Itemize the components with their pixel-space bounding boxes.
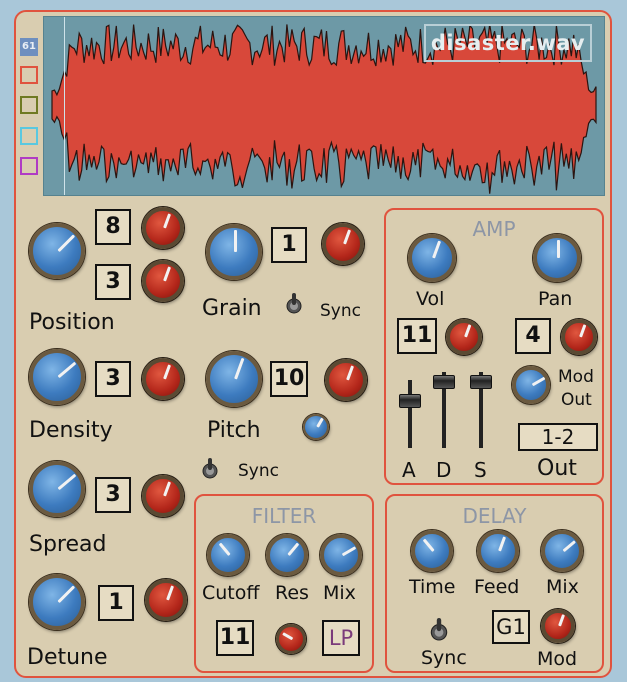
amp-pan-knob[interactable] — [533, 234, 581, 282]
position-knob[interactable] — [29, 223, 85, 279]
detune-knob[interactable] — [29, 574, 85, 630]
amp-pan-label: Pan — [538, 288, 573, 310]
position-mod-knob-1[interactable] — [142, 207, 184, 249]
delay-feed-label: Feed — [474, 576, 520, 598]
delay-mod-knob[interactable] — [541, 609, 575, 643]
decay-label: D — [436, 458, 452, 482]
density-mod-box[interactable]: 3 — [95, 361, 131, 397]
output-select[interactable]: 1-2 — [518, 423, 598, 451]
position-mod-knob-2[interactable] — [142, 260, 184, 302]
delay-time-label: Time — [409, 576, 456, 598]
detune-mod-knob[interactable] — [145, 579, 187, 621]
amp-pan-mod-box[interactable]: 4 — [515, 318, 551, 354]
filter-mix-knob[interactable] — [320, 534, 362, 576]
detune-mod-box[interactable]: 1 — [98, 585, 134, 621]
filter-res-knob[interactable] — [266, 534, 308, 576]
slot-button-5[interactable] — [20, 157, 38, 175]
grain-mod-knob[interactable] — [322, 223, 364, 265]
filter-mix-label: Mix — [323, 582, 356, 604]
amp-mod-out-label-2: Out — [561, 390, 592, 410]
slot-button-1[interactable]: 61 — [20, 38, 38, 56]
grain-mod-box[interactable]: 1 — [271, 227, 307, 263]
attack-label: A — [402, 458, 416, 482]
position-label: Position — [29, 310, 115, 335]
amp-pan-mod-knob[interactable] — [561, 319, 597, 355]
density-knob[interactable] — [29, 349, 85, 405]
sustain-label: S — [474, 458, 487, 482]
delay-mix-knob[interactable] — [541, 530, 583, 572]
sample-filename[interactable]: disaster.wav — [424, 24, 592, 62]
pitch-sync-toggle[interactable] — [200, 457, 220, 479]
filter-title: FILTER — [251, 504, 317, 528]
slot-button-3[interactable] — [20, 96, 38, 114]
grain-sync-label: Sync — [320, 301, 361, 321]
amp-mod-out-knob[interactable] — [512, 366, 550, 404]
slot-button-4[interactable] — [20, 127, 38, 145]
playhead-marker[interactable] — [64, 17, 65, 195]
filter-cutoff-knob[interactable] — [207, 534, 249, 576]
delay-mod-label: Mod — [537, 648, 578, 670]
delay-time-knob[interactable] — [411, 530, 453, 572]
filter-cutoff-label: Cutoff — [202, 582, 260, 604]
spread-mod-knob[interactable] — [142, 475, 184, 517]
pitch-fine-knob[interactable] — [303, 414, 329, 440]
position-mod-depth-box[interactable]: 8 — [95, 209, 131, 245]
spread-label: Spread — [29, 532, 107, 557]
spread-mod-box[interactable]: 3 — [95, 477, 131, 513]
grain-sync-toggle[interactable] — [284, 292, 304, 314]
delay-feed-knob[interactable] — [477, 530, 519, 572]
position-mod-source-box[interactable]: 3 — [95, 264, 131, 300]
grain-label: Grain — [202, 296, 262, 321]
density-label: Density — [29, 418, 113, 443]
amp-vol-mod-box[interactable]: 11 — [397, 318, 437, 354]
attack-fader-track — [408, 380, 412, 448]
pitch-label: Pitch — [207, 418, 261, 443]
filter-mod-box[interactable]: 11 — [216, 620, 254, 656]
delay-sync-label: Sync — [421, 647, 467, 669]
output-label: Out — [537, 456, 577, 481]
grain-knob[interactable] — [206, 224, 262, 280]
delay-mix-label: Mix — [546, 576, 579, 598]
filter-mode-select[interactable]: LP — [322, 620, 360, 656]
spread-knob[interactable] — [29, 461, 85, 517]
delay-title: DELAY — [462, 504, 527, 528]
delay-mod-source-box[interactable]: G1 — [492, 610, 530, 644]
amp-vol-mod-knob[interactable] — [446, 319, 482, 355]
slot-button-2[interactable] — [20, 66, 38, 84]
pitch-knob[interactable] — [206, 351, 262, 407]
pitch-mod-knob[interactable] — [325, 359, 367, 401]
sustain-fader-handle[interactable] — [470, 375, 492, 389]
amp-vol-knob[interactable] — [408, 234, 456, 282]
amp-mod-out-label-1: Mod — [558, 367, 594, 387]
filter-mod-knob[interactable] — [276, 624, 306, 654]
pitch-sync-label: Sync — [238, 461, 279, 481]
filter-res-label: Res — [275, 582, 309, 604]
attack-fader-handle[interactable] — [399, 394, 421, 408]
amp-vol-label: Vol — [416, 288, 445, 310]
density-mod-knob[interactable] — [142, 358, 184, 400]
delay-sync-toggle[interactable] — [428, 616, 450, 642]
decay-fader-handle[interactable] — [433, 375, 455, 389]
detune-label: Detune — [27, 645, 108, 670]
pitch-mod-box[interactable]: 10 — [270, 361, 308, 397]
